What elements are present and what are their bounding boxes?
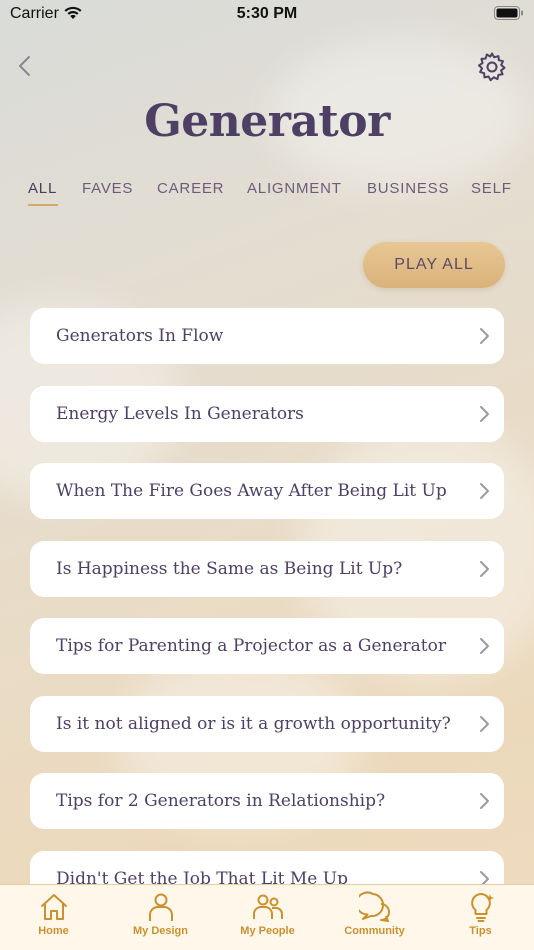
list-item[interactable]: When The Fire Goes Away After Being Lit … <box>30 463 504 519</box>
home-icon <box>40 894 67 920</box>
list-item-title: When The Fire Goes Away After Being Lit … <box>56 481 447 501</box>
tab-bar-label: Community <box>344 925 405 937</box>
chevron-right-icon <box>480 716 489 732</box>
tab-bar-label: Home <box>38 925 69 937</box>
tab-bar-label: Tips <box>469 925 492 937</box>
tab-bar-label: My People <box>240 925 295 937</box>
gear-icon <box>478 52 506 82</box>
person-icon <box>148 893 173 921</box>
battery-icon <box>494 6 523 20</box>
chevron-right-icon <box>480 793 489 809</box>
bottom-tab-bar: Home My Design My People Community Tips <box>0 884 534 950</box>
list-item[interactable]: Is it not aligned or is it a growth oppo… <box>30 696 504 752</box>
tab-bar-community[interactable]: Community <box>321 891 428 949</box>
play-all-button[interactable]: PLAY ALL <box>363 242 505 288</box>
tab-bar-my-design[interactable]: My Design <box>107 891 214 949</box>
status-bar: Carrier 5:30 PM <box>0 0 534 30</box>
tab-label: BUSINESS <box>367 180 450 197</box>
list-item[interactable]: Tips for 2 Generators in Relationship? <box>30 773 504 829</box>
video-list: Generators In Flow Energy Levels In Gene… <box>30 308 504 884</box>
list-item-title: Didn't Get the Job That Lit Me Up <box>56 869 348 884</box>
tab-bar-label: My Design <box>132 925 188 937</box>
tab-label: CAREER <box>157 180 225 197</box>
people-icon <box>252 894 283 919</box>
tab-business[interactable]: BUSINESS <box>367 180 449 197</box>
list-item[interactable]: Is Happiness the Same as Being Lit Up? <box>30 541 504 597</box>
tab-self[interactable]: SELF <box>471 180 512 197</box>
tab-bar-home[interactable]: Home <box>0 891 107 949</box>
list-item-title: Is it not aligned or is it a growth oppo… <box>56 714 451 734</box>
list-item-title: Energy Levels In Generators <box>56 404 304 424</box>
back-button[interactable] <box>12 52 38 80</box>
list-item[interactable]: Tips for Parenting a Projector as a Gene… <box>30 618 504 674</box>
tab-label: ALL <box>28 180 58 197</box>
tab-faves[interactable]: FAVES <box>82 180 133 197</box>
list-item[interactable]: Didn't Get the Job That Lit Me Up <box>30 851 504 884</box>
tab-alignment[interactable]: ALIGNMENT <box>247 180 342 197</box>
chevron-right-icon <box>480 561 489 577</box>
tab-bar-my-people[interactable]: My People <box>214 891 321 949</box>
chevron-left-icon <box>19 56 30 76</box>
list-item-title: Tips for 2 Generators in Relationship? <box>56 791 386 811</box>
settings-button[interactable] <box>476 51 508 83</box>
chevron-right-icon <box>480 483 489 499</box>
active-tab-indicator <box>28 204 58 206</box>
list-item[interactable]: Generators In Flow <box>30 308 504 364</box>
list-item[interactable]: Energy Levels In Generators <box>30 386 504 442</box>
page-title: Generator <box>144 96 390 147</box>
category-tabs: ALL FAVES CAREER ALIGNMENT BUSINESS SELF <box>28 180 534 210</box>
tab-career[interactable]: CAREER <box>157 180 224 197</box>
tab-all[interactable]: ALL <box>28 180 58 206</box>
list-item-title: Is Happiness the Same as Being Lit Up? <box>56 559 403 579</box>
list-item-title: Generators In Flow <box>56 326 224 346</box>
tab-label: SELF <box>471 180 512 197</box>
chevron-right-icon <box>480 871 489 884</box>
chevron-right-icon <box>480 406 489 422</box>
tab-label: FAVES <box>82 180 134 197</box>
tab-bar-tips[interactable]: Tips <box>427 891 534 949</box>
chat-bubbles-icon <box>358 891 390 922</box>
chevron-right-icon <box>480 638 489 654</box>
status-time: 5:30 PM <box>236 5 298 22</box>
lightbulb-icon <box>470 893 494 922</box>
tab-label: ALIGNMENT <box>247 180 342 197</box>
list-item-title: Tips for Parenting a Projector as a Gene… <box>56 636 446 656</box>
chevron-right-icon <box>480 328 489 344</box>
